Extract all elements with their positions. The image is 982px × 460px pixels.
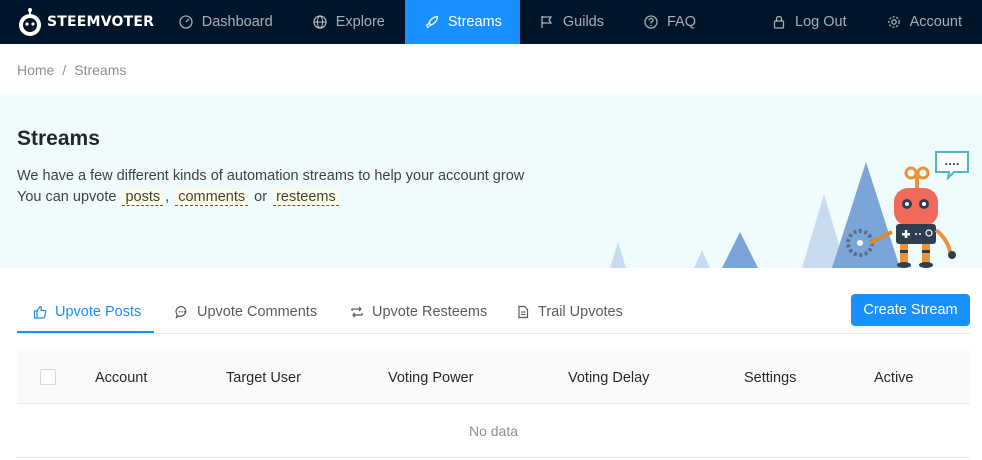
file-icon bbox=[518, 305, 529, 319]
nav-streams[interactable]: Streams bbox=[404, 0, 520, 44]
tab-upvote-resteems[interactable]: Upvote Resteems bbox=[350, 290, 487, 334]
breadcrumb-home[interactable]: Home bbox=[17, 62, 54, 78]
breadcrumb: Home / Streams bbox=[17, 62, 126, 78]
tab-upvote-resteems-label: Upvote Resteems bbox=[372, 304, 488, 320]
tag-comments: comments bbox=[175, 189, 249, 206]
column-active[interactable]: Active bbox=[874, 351, 914, 404]
table-empty-state: No data bbox=[17, 404, 970, 458]
lock-icon bbox=[773, 15, 785, 29]
create-stream-button[interactable]: Create Stream bbox=[851, 294, 970, 326]
tab-upvote-posts-label: Upvote Posts bbox=[55, 304, 142, 320]
nav-guilds[interactable]: Guilds bbox=[520, 0, 624, 44]
column-target-user[interactable]: Target User bbox=[226, 351, 301, 404]
tab-trail-upvotes-label: Trail Upvotes bbox=[538, 304, 623, 320]
dashboard-icon bbox=[179, 15, 193, 29]
gear-icon bbox=[887, 16, 900, 28]
globe-icon bbox=[313, 15, 327, 29]
page-title: Streams bbox=[17, 127, 100, 150]
retweet-icon bbox=[351, 306, 363, 318]
column-account[interactable]: Account bbox=[95, 351, 147, 404]
breadcrumb-separator: / bbox=[62, 62, 67, 78]
tag-resteems: resteems bbox=[273, 189, 339, 206]
tab-upvote-comments-label: Upvote Comments bbox=[197, 304, 318, 320]
robot-illustration: .... bbox=[610, 151, 969, 268]
nav-explore[interactable]: Explore bbox=[293, 0, 405, 44]
hero-or: or bbox=[254, 189, 268, 205]
nav-faq-label: FAQ bbox=[666, 14, 696, 30]
breadcrumb-current: Streams bbox=[74, 62, 127, 78]
tab-upvote-comments[interactable]: Upvote Comments bbox=[175, 290, 317, 334]
robot-logo-icon bbox=[19, 8, 41, 36]
nav-explore-label: Explore bbox=[335, 14, 385, 30]
rocket-icon bbox=[425, 15, 439, 29]
like-icon bbox=[33, 305, 47, 319]
column-voting-power[interactable]: Voting Power bbox=[388, 351, 473, 404]
tab-trail-upvotes[interactable]: Trail Upvotes bbox=[516, 290, 623, 334]
nav-dashboard[interactable]: Dashboard bbox=[159, 0, 293, 44]
select-all-checkbox[interactable] bbox=[40, 369, 56, 385]
speech-bubble-text: .... bbox=[944, 157, 959, 168]
stream-type-tabs: Upvote Posts Upvote Comments Upvote Rest… bbox=[17, 290, 970, 334]
active-tab-indicator bbox=[17, 331, 154, 333]
message-icon bbox=[175, 305, 187, 319]
flag-icon bbox=[541, 16, 553, 28]
question-circle-icon bbox=[644, 15, 658, 29]
nav-guilds-label: Guilds bbox=[562, 14, 604, 30]
tab-upvote-posts[interactable]: Upvote Posts bbox=[33, 290, 141, 334]
brand-name: STEEMVOTER bbox=[47, 14, 155, 30]
streams-table-header: Account Target User Voting Power Voting … bbox=[17, 351, 970, 404]
hero-description: We have a few different kinds of automat… bbox=[17, 168, 525, 184]
nav-account[interactable]: Account bbox=[867, 0, 982, 44]
column-settings[interactable]: Settings bbox=[744, 351, 796, 404]
nav-account-label: Account bbox=[909, 14, 962, 30]
nav-logout-label: Log Out bbox=[795, 14, 847, 30]
column-voting-delay[interactable]: Voting Delay bbox=[568, 351, 649, 404]
nav-logout[interactable]: Log Out bbox=[716, 0, 867, 44]
nav-dashboard-label: Dashboard bbox=[201, 14, 273, 30]
hero-upvote-types: You can upvote posts, comments or restee… bbox=[17, 189, 341, 206]
tag-posts: posts bbox=[122, 189, 164, 206]
nav-streams-label: Streams bbox=[447, 14, 502, 30]
streams-hero-banner: Streams We have a few different kinds of… bbox=[0, 94, 982, 268]
hero-comma: , bbox=[165, 189, 170, 205]
nav-faq[interactable]: FAQ bbox=[624, 0, 716, 44]
brand-logo[interactable]: STEEMVOTER bbox=[0, 0, 159, 44]
top-navbar: STEEMVOTER Dashboard Explore Streams Gui… bbox=[0, 0, 982, 44]
hero-line2-prefix: You can upvote bbox=[17, 189, 117, 205]
